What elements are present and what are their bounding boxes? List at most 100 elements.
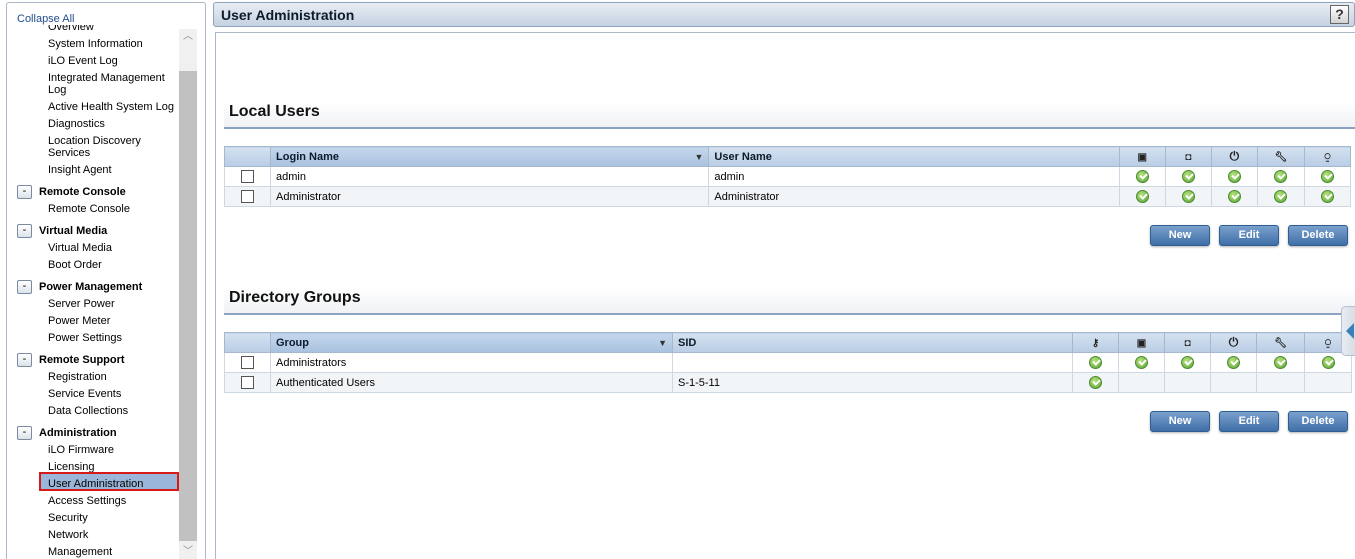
nav-item-diagnostics[interactable]: Diagnostics — [7, 116, 179, 133]
nav-item-insight-agent[interactable]: Insight Agent — [7, 162, 179, 179]
nav-section-virtual-media[interactable]: - Virtual Media — [7, 222, 179, 240]
nav-item-registration[interactable]: Registration — [7, 369, 179, 386]
check-icon — [1089, 376, 1102, 389]
collapse-toggle-icon[interactable]: - — [17, 280, 32, 294]
group-column-header[interactable]: Group ▼ — [270, 332, 673, 353]
row-checkbox[interactable] — [241, 356, 254, 369]
nav-item-access-settings[interactable]: Access Settings — [7, 493, 179, 510]
user-name-cell: admin — [708, 166, 1120, 187]
directory-groups-new-button[interactable]: New — [1150, 411, 1210, 432]
nav-item-overview[interactable]: Overview — [7, 25, 179, 36]
login-icon: ⚷ — [1072, 332, 1119, 353]
page-header: User Administration ? — [213, 2, 1355, 27]
row-checkbox[interactable] — [241, 376, 254, 389]
help-button[interactable]: ? — [1330, 5, 1349, 24]
local-users-title: Local Users — [224, 101, 1355, 129]
section-label: Remote Support — [39, 354, 125, 366]
check-icon — [1320, 170, 1334, 183]
group-cell: Authenticated Users — [270, 372, 673, 393]
local-users-edit-button[interactable]: Edit — [1219, 225, 1279, 246]
nav-section-remote-support[interactable]: - Remote Support — [7, 351, 179, 369]
collapse-all-link[interactable]: Collapse All — [17, 13, 74, 25]
row-checkbox[interactable] — [241, 170, 255, 183]
expand-arrow-icon — [1346, 323, 1354, 339]
remote-console-icon: ▣ — [1118, 146, 1166, 167]
section-label: Administration — [39, 427, 117, 439]
nav-item-service-events[interactable]: Service Events — [7, 386, 179, 403]
check-icon — [1089, 356, 1102, 369]
check-icon — [1227, 356, 1240, 369]
nav-item-integrated-management-log[interactable]: Integrated Management Log — [7, 70, 179, 99]
nav-item-active-health-system-log[interactable]: Active Health System Log — [7, 99, 179, 116]
check-icon — [1320, 190, 1334, 203]
nav-item-virtual-media[interactable]: Virtual Media — [7, 240, 179, 257]
nav-item-security[interactable]: Security — [7, 510, 179, 527]
nav-item-ilo-event-log[interactable]: iLO Event Log — [7, 53, 179, 70]
login-name-column-header[interactable]: Login Name ▼ — [270, 146, 710, 167]
nav-item-network[interactable]: Network — [7, 527, 179, 544]
page-title: User Administration — [221, 7, 355, 23]
nav-section-power-management[interactable]: - Power Management — [7, 278, 179, 296]
directory-groups-delete-button[interactable]: Delete — [1288, 411, 1348, 432]
scroll-down-icon[interactable]: ﹀ — [179, 544, 197, 559]
virtual-media-icon: ◘ — [1164, 332, 1211, 353]
collapse-toggle-icon[interactable]: - — [17, 185, 32, 199]
nav-item-boot-order[interactable]: Boot Order — [7, 257, 179, 274]
remote-console-icon: ▣ — [1118, 332, 1165, 353]
scroll-up-icon[interactable]: ︿ — [179, 29, 197, 45]
user-name-cell: Administrator — [708, 186, 1120, 207]
nav-item-server-power[interactable]: Server Power — [7, 296, 179, 313]
login-name-cell: Administrator — [270, 186, 710, 207]
power-icon: ⏻ — [1210, 146, 1258, 167]
navigation-sidebar: Collapse All Overview System Information… — [6, 2, 206, 559]
sort-icon: ▼ — [658, 338, 667, 348]
sid-cell — [672, 352, 1073, 373]
nav-item-power-settings[interactable]: Power Settings — [7, 330, 179, 347]
nav-item-management[interactable]: Management — [7, 544, 179, 559]
sidebar-scrollbar-thumb[interactable] — [179, 71, 197, 541]
nav-item-power-meter[interactable]: Power Meter — [7, 313, 179, 330]
collapse-toggle-icon[interactable]: - — [17, 353, 32, 367]
nav-section-administration[interactable]: - Administration — [7, 424, 179, 442]
directory-groups-edit-button[interactable]: Edit — [1219, 411, 1279, 432]
config-icon: 🔧︎ — [1256, 332, 1305, 353]
column-label: Group — [276, 336, 309, 349]
nav-section-remote-console[interactable]: - Remote Console — [7, 183, 179, 201]
table-row[interactable]: Administrators — [224, 352, 1352, 373]
check-icon — [1274, 170, 1288, 183]
group-cell: Administrators — [270, 352, 673, 373]
nav-item-data-collections[interactable]: Data Collections — [7, 403, 179, 420]
check-icon — [1135, 356, 1148, 369]
check-icon — [1181, 356, 1194, 369]
sid-column-header[interactable]: SID — [672, 332, 1073, 353]
table-row[interactable]: admin admin — [223, 166, 1352, 187]
check-icon — [1227, 190, 1241, 203]
config-icon: 🔧︎ — [1256, 146, 1305, 167]
side-panel-tab[interactable] — [1341, 306, 1355, 356]
local-users-new-button[interactable]: New — [1150, 225, 1210, 246]
table-header-row: Group ▼ SID ⚷ ▣ ◘ ⏻ 🔧︎ ⍜ — [224, 332, 1352, 353]
row-checkbox[interactable] — [241, 190, 255, 203]
user-name-column-header[interactable]: User Name — [708, 146, 1120, 167]
check-icon — [1321, 356, 1335, 369]
collapse-toggle-icon[interactable]: - — [17, 224, 32, 238]
table-row[interactable]: Authenticated Users S-1-5-11 — [224, 372, 1352, 393]
check-icon — [1135, 190, 1149, 203]
collapse-toggle-icon[interactable]: - — [17, 426, 32, 440]
user-admin-icon: ⍜ — [1303, 146, 1352, 167]
directory-groups-title: Directory Groups — [224, 287, 1355, 315]
main-content: Local Users Login Name ▼ User Name ▣ ◘ ⏻ … — [215, 32, 1355, 559]
local-users-delete-button[interactable]: Delete — [1288, 225, 1348, 246]
nav-item-location-discovery-services[interactable]: Location Discovery Services — [7, 133, 179, 162]
sort-icon: ▼ — [694, 152, 704, 162]
login-name-cell: admin — [270, 166, 710, 187]
power-icon: ⏻ — [1210, 332, 1257, 353]
nav-item-remote-console[interactable]: Remote Console — [7, 201, 179, 218]
nav-item-ilo-firmware[interactable]: iLO Firmware — [7, 442, 179, 459]
table-row[interactable]: Administrator Administrator — [223, 186, 1352, 207]
table-header-row: Login Name ▼ User Name ▣ ◘ ⏻ 🔧︎ ⍜ — [223, 146, 1352, 167]
check-icon — [1181, 190, 1195, 203]
section-label: Virtual Media — [39, 225, 108, 237]
nav-item-system-information[interactable]: System Information — [7, 36, 179, 53]
check-icon — [1181, 170, 1195, 183]
